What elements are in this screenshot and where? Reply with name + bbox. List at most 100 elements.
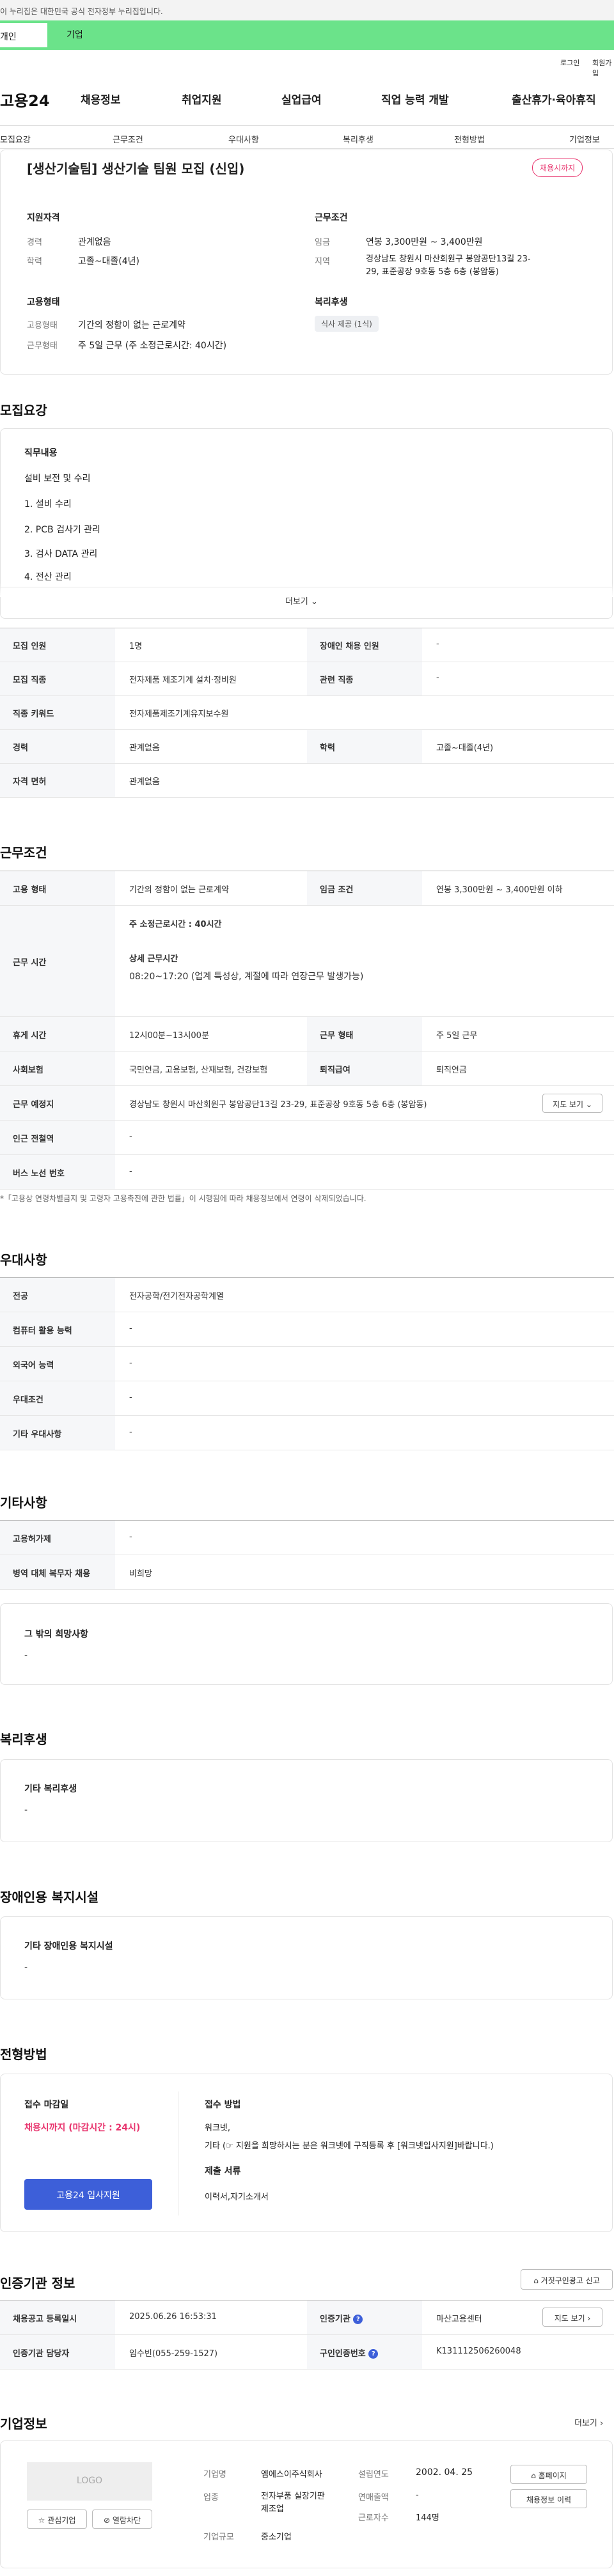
table-header: 관련 직종: [307, 662, 422, 695]
table-row: 인근 전철역 -: [0, 1121, 614, 1155]
map-button[interactable]: 지도 보기 ⌄: [542, 1094, 602, 1113]
table-header: 외국어 능력: [0, 1347, 115, 1381]
table-header: 전공: [0, 1278, 115, 1312]
company-name-value: 엠에스이주식회사: [261, 2470, 322, 2479]
table-row: 근무 시간 주 소정근로시간 : 40시간 상세 근무시간 08:20~17:2…: [0, 906, 614, 1017]
table-cell: 관계없음: [129, 743, 160, 753]
table-header: 모집 직종: [0, 662, 115, 695]
table-cell: K131112506260048: [436, 2347, 521, 2356]
hope-value: -: [24, 1650, 28, 1661]
detail-hours-value: 08:20~17:20 (업계 특성상, 계절에 따라 연장근무 발생가능): [129, 972, 364, 982]
table-cell: -: [129, 1532, 132, 1542]
education-label: 학력: [27, 257, 42, 267]
cert-number-label: 구인인증번호: [320, 2349, 366, 2359]
table-cell: -: [129, 1132, 132, 1142]
table-row: 컴퓨터 활용 능력 -: [0, 1312, 614, 1347]
gnb-item-parental-leave[interactable]: 출산휴가·육아휴직: [512, 91, 596, 107]
table-cell: 기간의 정함이 없는 근로계약: [129, 885, 229, 895]
site-logo[interactable]: 고용24: [0, 88, 50, 111]
wage-value: 연봉 3,300만원 ~ 3,400만원: [366, 237, 483, 247]
member-tab-strip: [0, 20, 614, 50]
deadline-badge: 채용시까지: [532, 159, 583, 177]
company-name-label: 기업명: [203, 2470, 226, 2479]
table-cell: 비희망: [129, 1569, 152, 1579]
gnb-item-vocational-training[interactable]: 직업 능력 개발: [381, 91, 449, 107]
job-title: [생산기술팀] 생산기술 팀원 모집 (신입): [27, 161, 245, 176]
weekly-hours: 주 소정근로시간 : 40시간: [129, 917, 222, 929]
gnb-item-unemployment-benefit[interactable]: 실업급여: [281, 91, 322, 107]
subnav-company[interactable]: 기업정보: [569, 133, 600, 145]
hope-title: 그 밖의 희망사항: [24, 1629, 88, 1640]
disabled-card: [0, 1916, 613, 1999]
duty-line: 설비 보전 및 수리: [24, 474, 91, 484]
company-more-label: 더보기: [574, 2419, 597, 2428]
employment-type-title: 고용형태: [27, 297, 60, 307]
homepage-button[interactable]: ⌂ 홈페이지: [510, 2465, 587, 2484]
table-row: 직종 키워드 전자제품제조기계유지보수원: [0, 696, 614, 730]
workers-label: 근로자수: [358, 2513, 389, 2523]
block-view-button[interactable]: ⊘ 열람차단: [92, 2510, 152, 2529]
duty-line: 1. 설비 수리: [24, 499, 72, 509]
disabled-box-title: 기타 장애인용 복지시설: [24, 1941, 113, 1951]
table-row: 병역 대체 복무자 채용 비희망: [0, 1555, 614, 1590]
info-icon[interactable]: ?: [353, 2315, 363, 2324]
subnav-welfare[interactable]: 복리후생: [343, 133, 374, 145]
subnav-recruit[interactable]: 모집요강: [0, 133, 31, 145]
employment-type-value: 기간의 정함이 없는 근로계약: [78, 320, 185, 330]
welfare-card: [0, 1759, 613, 1842]
table-cell: -: [436, 673, 439, 683]
table-cell: 경상남도 창원시 마산회원구 봉암공단13길 23-29, 표준공장 9호동 5…: [129, 1100, 427, 1110]
info-icon[interactable]: ?: [368, 2349, 379, 2359]
scale-label: 기업규모: [203, 2533, 234, 2542]
gnb-item-jobs[interactable]: 채용정보: [81, 91, 121, 107]
conditions-title: 근무조건: [315, 213, 348, 223]
apply-button[interactable]: 고용24 입사지원: [24, 2179, 152, 2210]
career-value: 관계없음: [78, 237, 111, 247]
report-button[interactable]: ⌂ 거짓구인광고 신고: [521, 2269, 613, 2290]
deadline-value: 채용시까지 (마감시간 : 24시): [24, 2123, 141, 2133]
table-header: 우대조건: [0, 1381, 115, 1415]
section-title-company: 기업정보: [0, 2416, 47, 2432]
scale-value: 중소기업: [261, 2533, 292, 2542]
login-link[interactable]: 로그인: [560, 58, 579, 68]
table-header: 인증기관 ?: [307, 2301, 422, 2334]
table-row: 경력 관계없음 학력 고졸~대졸(4년): [0, 730, 614, 764]
table-row: 외국어 능력 -: [0, 1347, 614, 1381]
favorite-company-button[interactable]: ☆ 관심기업: [27, 2510, 87, 2529]
table-row: 휴게 시간 12시00분~13시00분 근무 형태 주 5일 근무: [0, 1017, 614, 1051]
section-title-etc: 기타사항: [0, 1495, 47, 1510]
disabled-box-value: -: [24, 1962, 28, 1973]
home-icon: ⌂: [533, 2276, 539, 2285]
education-value: 고졸~대졸(4년): [78, 256, 139, 267]
table-row: 모집 인원 1명 장애인 채용 인원 -: [0, 628, 614, 662]
section-title-welfare: 복리후생: [0, 1732, 47, 1747]
subnav-preference[interactable]: 우대사항: [228, 133, 259, 145]
industry-label: 업종: [203, 2493, 219, 2502]
table-header: 근무 형태: [307, 1017, 422, 1051]
job-history-button[interactable]: 채용정보 이력: [510, 2489, 587, 2508]
block-view-label: 열람차단: [112, 2516, 141, 2525]
table-cell: 1명: [129, 642, 143, 651]
table-cell: -: [129, 1167, 132, 1176]
duty-line: 4. 전산 관리: [24, 572, 72, 582]
company-more-link[interactable]: 더보기 ›: [574, 2416, 603, 2428]
welfare-box-value: -: [24, 1805, 28, 1815]
table-header: 구인인증번호 ?: [307, 2335, 422, 2369]
workers-value: 144명: [416, 2513, 439, 2523]
method-line: 기타 (☞ 지원을 희망하시는 분은 워크넷에 구직등록 후 [워크넷입사지원]…: [205, 2141, 494, 2151]
duty-more-button[interactable]: 더보기 ⌄: [285, 594, 318, 607]
subnav-conditions[interactable]: 근무조건: [113, 133, 143, 145]
tab-company[interactable]: 기업: [67, 28, 83, 41]
tab-person[interactable]: 개인: [0, 23, 47, 47]
join-link[interactable]: 회원가입: [592, 58, 614, 78]
chevron-right-icon: ›: [600, 2419, 604, 2428]
table-cell: 관계없음: [129, 777, 160, 787]
subnav-process[interactable]: 전형방법: [454, 133, 485, 145]
table-header: 병역 대체 복무자 채용: [0, 1555, 115, 1589]
table-header: 고용허가제: [0, 1521, 115, 1555]
gnb-item-employment-support[interactable]: 취업지원: [182, 91, 222, 107]
table-header: 퇴직급여: [307, 1051, 422, 1085]
method-line: 워크넷,: [205, 2123, 231, 2133]
career-label: 경력: [27, 238, 42, 247]
cert-map-button[interactable]: 지도 보기 ›: [542, 2308, 602, 2327]
